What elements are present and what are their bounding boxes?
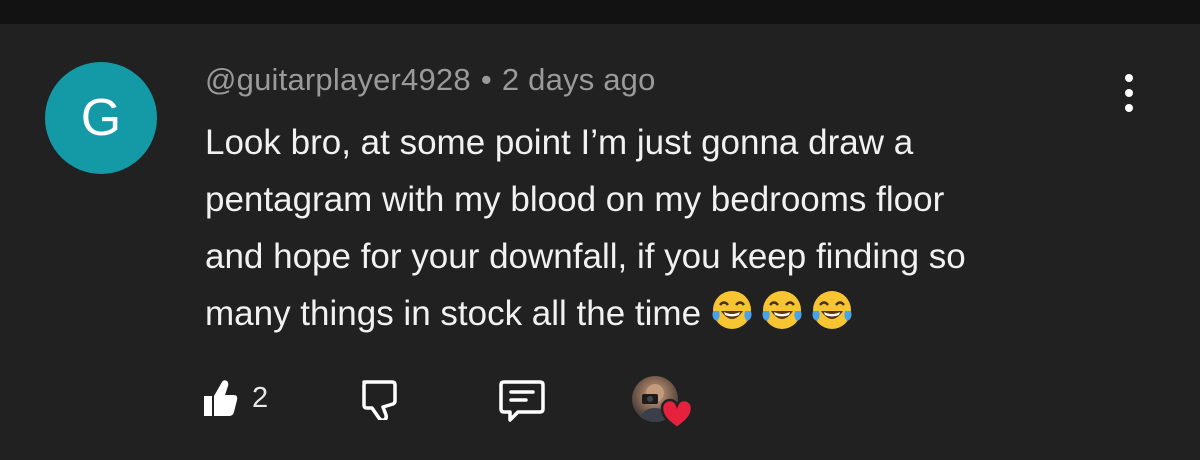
reply-button[interactable] bbox=[498, 378, 546, 422]
comment-text: Look bro, at some point I’m just gonna d… bbox=[205, 114, 1125, 342]
like-button[interactable]: 2 bbox=[202, 378, 268, 418]
more-vertical-icon bbox=[1125, 74, 1133, 82]
thumbs-down-icon bbox=[362, 380, 397, 420]
heart-icon bbox=[660, 398, 694, 430]
top-bar bbox=[0, 0, 1200, 24]
tears-of-joy-emoji-icon bbox=[762, 291, 802, 329]
author-handle[interactable]: @guitarplayer4928 bbox=[205, 62, 471, 97]
comment-line-4-text: many things in stock all the time bbox=[205, 294, 702, 333]
laughing-emoji-group bbox=[711, 289, 853, 331]
comment-actions: 2 bbox=[0, 372, 1200, 432]
comment-timestamp[interactable]: 2 days ago bbox=[502, 62, 656, 97]
author-avatar[interactable]: G bbox=[45, 62, 157, 174]
creator-heart-badge bbox=[630, 376, 694, 432]
comment-card: G @guitarplayer4928 • 2 days ago Look bro,… bbox=[0, 24, 1200, 460]
thumbs-up-icon bbox=[204, 380, 238, 416]
comment-meta: @guitarplayer4928 • 2 days ago bbox=[205, 62, 656, 98]
avatar-letter: G bbox=[80, 89, 122, 147]
comment-line-1: Look bro, at some point I’m just gonna d… bbox=[205, 123, 914, 162]
tears-of-joy-emoji-icon bbox=[712, 291, 752, 329]
tears-of-joy-emoji-icon bbox=[812, 291, 852, 329]
comment-line-3: and hope for your downfall, if you keep … bbox=[205, 237, 966, 276]
reply-comment-icon bbox=[499, 380, 545, 422]
comment-line-2: pentagram with my blood on my bedrooms f… bbox=[205, 180, 945, 219]
meta-separator: • bbox=[480, 62, 492, 97]
like-count: 2 bbox=[252, 381, 269, 414]
comment-line-4: many things in stock all the time bbox=[205, 285, 1125, 342]
dislike-button[interactable] bbox=[360, 378, 398, 420]
more-options-button[interactable] bbox=[1112, 70, 1146, 116]
